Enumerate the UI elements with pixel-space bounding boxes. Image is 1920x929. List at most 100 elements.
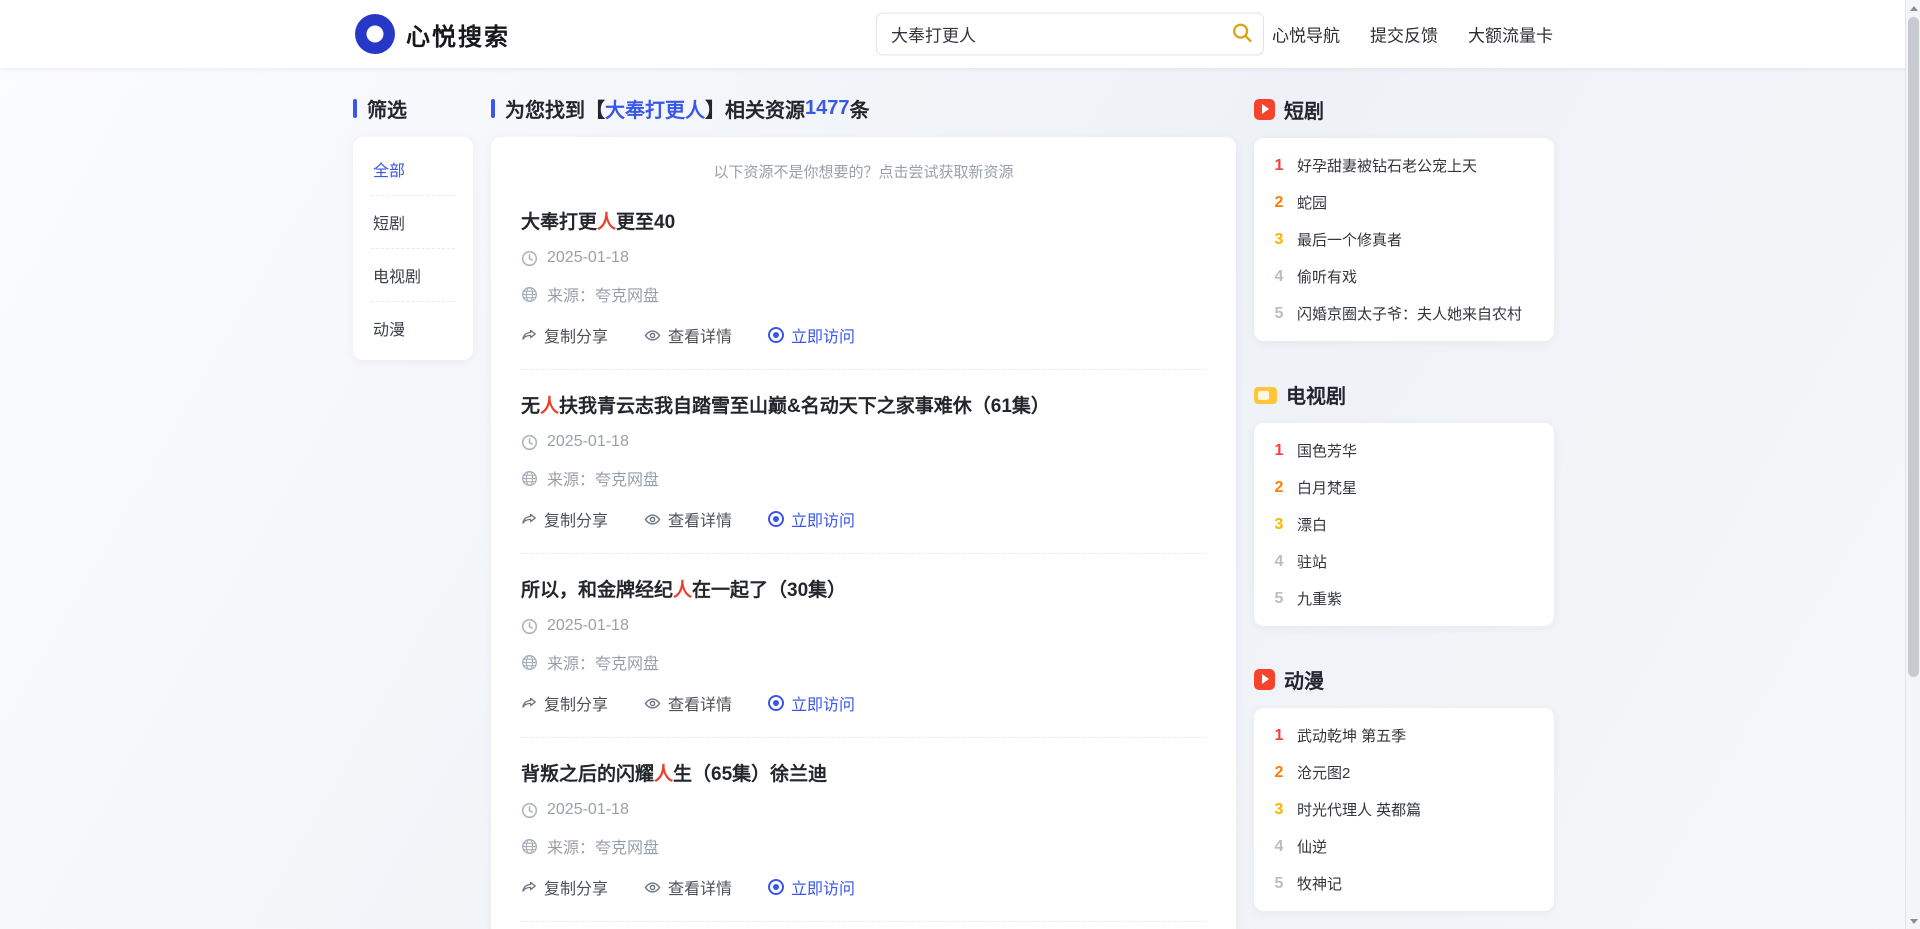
- rank-text: 牧神记: [1297, 873, 1342, 894]
- globe-icon: [521, 286, 538, 303]
- globe-icon: [521, 654, 538, 671]
- rank-text: 九重紫: [1297, 588, 1342, 609]
- rank-item[interactable]: 3 漂白: [1272, 506, 1536, 543]
- section-bar: [491, 99, 495, 118]
- search-input[interactable]: [877, 24, 1221, 44]
- view-detail-button[interactable]: 查看详情: [644, 507, 732, 531]
- filter-item[interactable]: 短剧: [371, 196, 455, 249]
- rank-text: 闪婚京圈太子爷：夫人她来自农村: [1297, 303, 1522, 324]
- result-source-row: 来源：夸克网盘: [521, 466, 1206, 490]
- search-button[interactable]: [1221, 14, 1263, 55]
- section-bar: [353, 99, 357, 118]
- logo-icon: [355, 14, 395, 54]
- result-date: 2025-01-18: [547, 801, 629, 819]
- scroll-down-button[interactable]: [1906, 913, 1920, 929]
- results-found-prefix: 为您找到【: [505, 94, 605, 123]
- clock-icon: [521, 434, 538, 451]
- visit-now-button[interactable]: 立即访问: [768, 691, 855, 715]
- rank-text: 驻站: [1297, 551, 1327, 572]
- result-title-link[interactable]: 背叛之后的闪耀人生（65集）徐兰迪: [521, 759, 1206, 786]
- filter-item[interactable]: 动漫: [371, 302, 455, 354]
- result-title-link[interactable]: 所以，和金牌经纪人在一起了（30集）: [521, 575, 1206, 602]
- filter-item[interactable]: 全部: [371, 143, 455, 196]
- copy-share-button[interactable]: 复制分享: [521, 323, 608, 347]
- result-title-link[interactable]: 大奉打更人更至40: [521, 207, 1206, 234]
- result-actions: 复制分享 查看详情: [521, 323, 1206, 347]
- share-icon: [521, 695, 537, 711]
- view-detail-button[interactable]: 查看详情: [644, 691, 732, 715]
- rank-number: 2: [1272, 194, 1286, 212]
- rank-item[interactable]: 5 九重紫: [1272, 580, 1536, 617]
- rank-item[interactable]: 5 闪婚京圈太子爷：夫人她来自农村: [1272, 295, 1536, 332]
- rank-text: 偷听有戏: [1297, 266, 1357, 287]
- visit-now-button[interactable]: 立即访问: [768, 323, 855, 347]
- result-item: 背叛之后的闪耀人生（65集）徐兰迪 2025-01-18: [521, 737, 1206, 921]
- scroll-up-button[interactable]: [1906, 0, 1920, 16]
- ranking-title: 动漫: [1284, 665, 1324, 694]
- result-title-link[interactable]: 无人扶我青云志我自踏雪至山巅&名动天下之家事难休（61集）: [521, 391, 1206, 418]
- ranking-anime-card: 1 武动乾坤 第五季 2 沧元图2 3 时光代理人 英都篇 4: [1254, 708, 1554, 911]
- rank-number: 3: [1272, 516, 1286, 534]
- target-icon: [768, 695, 784, 711]
- scrollbar-thumb[interactable]: [1908, 17, 1919, 677]
- nav-link[interactable]: 提交反馈: [1370, 22, 1438, 47]
- result-item: 大奉打更人更至40 2025-01-18: [521, 186, 1206, 369]
- ranking-title: 短剧: [1284, 95, 1324, 124]
- logo-text: 心悦搜索: [406, 17, 510, 52]
- rank-text: 国色芳华: [1297, 440, 1357, 461]
- nav-link[interactable]: 大额流量卡: [1468, 22, 1553, 47]
- rank-number: 3: [1272, 231, 1286, 249]
- rank-item[interactable]: 1 好孕甜妻被钻石老公宠上天: [1272, 147, 1536, 184]
- page-content: 筛选 全部 短剧 电视剧 动漫 为您找到【大奉打更人】相关资源 1477 条 以…: [0, 68, 1920, 929]
- rank-item[interactable]: 4 偷听有戏: [1272, 258, 1536, 295]
- rank-text: 仙逆: [1297, 836, 1327, 857]
- visit-now-button[interactable]: 立即访问: [768, 507, 855, 531]
- result-source-row: 来源：夸克网盘: [521, 834, 1206, 858]
- rank-item[interactable]: 2 白月梵星: [1272, 469, 1536, 506]
- view-detail-button[interactable]: 查看详情: [644, 323, 732, 347]
- globe-icon: [521, 470, 538, 487]
- clock-icon: [521, 802, 538, 819]
- rank-item[interactable]: 5 牧神记: [1272, 865, 1536, 902]
- logo[interactable]: 心悦搜索: [355, 14, 510, 54]
- result-item: 无人扶我青云志我自踏雪至山巅&名动天下之家事难休（61集） 2025-01-18: [521, 369, 1206, 553]
- search-icon: [1231, 21, 1254, 47]
- result-item: 家族将亡，植物人的我苏醒了（33集） 2025-01-18: [521, 921, 1206, 929]
- refresh-resources-link[interactable]: 以下资源不是你想要的？点击尝试获取新资源: [521, 161, 1206, 182]
- result-date: 2025-01-18: [547, 249, 629, 267]
- eye-icon: [644, 511, 661, 528]
- result-source: 来源：夸克网盘: [547, 834, 659, 858]
- clock-icon: [521, 618, 538, 635]
- rank-number: 1: [1272, 157, 1286, 175]
- copy-share-button[interactable]: 复制分享: [521, 875, 608, 899]
- copy-share-button[interactable]: 复制分享: [521, 507, 608, 531]
- ranking-section-anime: 动漫 1 武动乾坤 第五季 2 沧元图2 3 时光代理人 英都篇: [1254, 666, 1554, 911]
- copy-share-button[interactable]: 复制分享: [521, 691, 608, 715]
- share-icon: [521, 511, 537, 527]
- rank-item[interactable]: 1 武动乾坤 第五季: [1272, 717, 1536, 754]
- rank-number: 4: [1272, 838, 1286, 856]
- rank-item[interactable]: 2 蛇园: [1272, 184, 1536, 221]
- view-detail-button[interactable]: 查看详情: [644, 875, 732, 899]
- result-date-row: 2025-01-18: [521, 801, 1206, 819]
- rank-item[interactable]: 1 国色芳华: [1272, 432, 1536, 469]
- eye-icon: [644, 695, 661, 712]
- search-bar: [876, 13, 1264, 56]
- rank-item[interactable]: 4 驻站: [1272, 543, 1536, 580]
- rank-item[interactable]: 3 时光代理人 英都篇: [1272, 791, 1536, 828]
- rank-number: 5: [1272, 305, 1286, 323]
- target-icon: [768, 327, 784, 343]
- rank-number: 4: [1272, 268, 1286, 286]
- nav-link[interactable]: 心悦导航: [1272, 22, 1340, 47]
- rank-item[interactable]: 3 最后一个修真者: [1272, 221, 1536, 258]
- anime-play-icon: [1254, 669, 1275, 690]
- result-actions: 复制分享 查看详情: [521, 507, 1206, 531]
- rank-item[interactable]: 2 沧元图2: [1272, 754, 1536, 791]
- top-header: 心悦搜索 心悦导航 提交反馈 大额流量卡: [0, 0, 1920, 68]
- visit-now-button[interactable]: 立即访问: [768, 875, 855, 899]
- filter-item[interactable]: 电视剧: [371, 249, 455, 302]
- result-date: 2025-01-18: [547, 617, 629, 635]
- rank-item[interactable]: 4 仙逆: [1272, 828, 1536, 865]
- result-actions: 复制分享 查看详情: [521, 691, 1206, 715]
- scrollbar[interactable]: [1905, 0, 1920, 929]
